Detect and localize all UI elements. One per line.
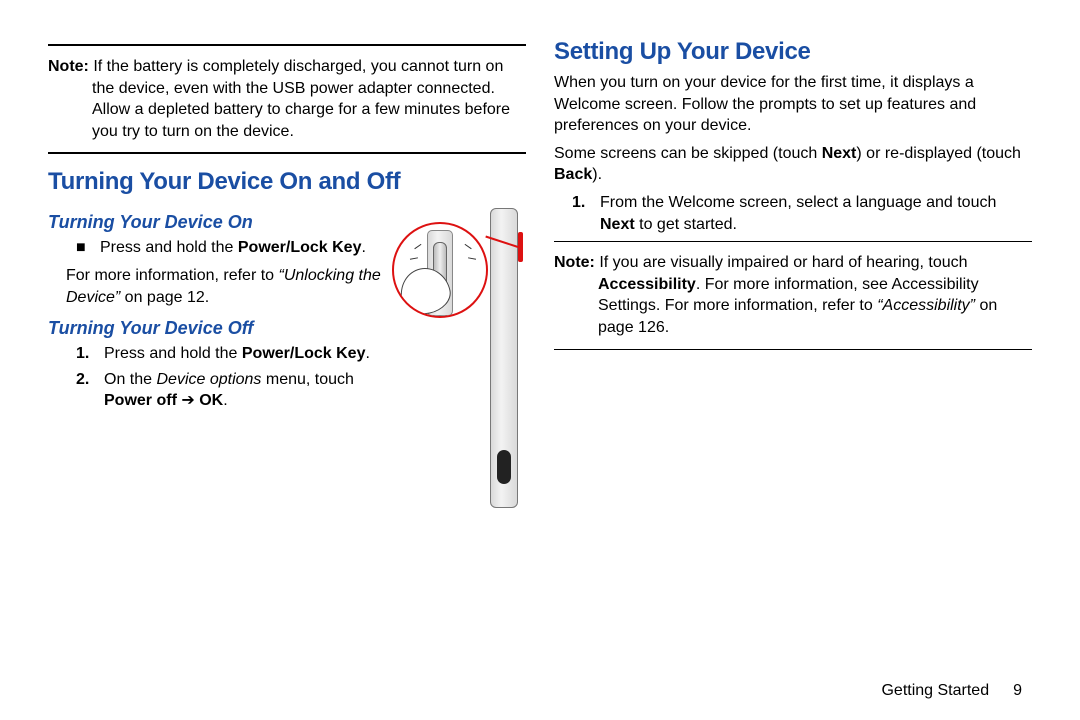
rule [554, 349, 1032, 350]
callout-circle-icon [392, 222, 488, 318]
more-info-unlock: For more information, refer to “Unlockin… [48, 265, 384, 308]
note-body: If the battery is completely discharged,… [92, 58, 510, 140]
device-power-illustration [396, 208, 526, 508]
note-label: Note: [554, 254, 595, 271]
setup-intro-2: Some screens can be skipped (touch Next)… [554, 143, 1032, 186]
note-label: Note: [48, 58, 89, 75]
step-1-off: 1. Press and hold the Power/Lock Key. [48, 343, 384, 365]
step-text: On the Device options menu, touch Power … [104, 369, 384, 412]
heading-setting-up: Setting Up Your Device [554, 38, 1032, 66]
rule [48, 44, 526, 46]
bullet-text: Press and hold the Power/Lock Key. [100, 237, 366, 259]
page-footer: Getting Started 9 [881, 682, 1022, 700]
step-2-off: 2. On the Device options menu, touch Pow… [48, 369, 384, 412]
footer-page-number: 9 [1013, 682, 1022, 699]
right-column: Setting Up Your Device When you turn on … [554, 38, 1032, 700]
motion-line-icon [410, 258, 418, 261]
motion-line-icon [414, 244, 421, 250]
step-text: From the Welcome screen, select a langua… [600, 192, 1032, 235]
on-off-content: Turning Your Device On ■ Press and hold … [48, 202, 526, 508]
bullet-power-on: ■ Press and hold the Power/Lock Key. [48, 237, 384, 259]
setup-intro-1: When you turn on your device for the fir… [554, 72, 1032, 137]
note-accessibility: Note: If you are visually impaired or ha… [554, 250, 1032, 342]
step-number: 1. [76, 343, 94, 365]
step-1-setup: 1. From the Welcome screen, select a lan… [554, 192, 1032, 235]
device-camera-icon [497, 450, 511, 484]
rule [48, 152, 526, 154]
on-off-text: Turning Your Device On ■ Press and hold … [48, 202, 384, 416]
subheading-turning-on: Turning Your Device On [48, 212, 384, 233]
step-text: Press and hold the Power/Lock Key. [104, 343, 370, 365]
left-column: Note: If the battery is completely disch… [48, 38, 526, 700]
manual-page: Note: If the battery is completely disch… [0, 0, 1080, 720]
motion-line-icon [464, 244, 471, 250]
power-key-highlight-icon [518, 232, 523, 262]
note-battery: Note: If the battery is completely disch… [48, 54, 526, 146]
subheading-turning-off: Turning Your Device Off [48, 318, 384, 339]
motion-line-icon [468, 258, 476, 261]
step-number: 1. [572, 192, 590, 235]
step-number: 2. [76, 369, 94, 412]
footer-section: Getting Started [881, 682, 989, 699]
heading-turning-on-off: Turning Your Device On and Off [48, 168, 526, 196]
square-bullet-icon: ■ [76, 237, 86, 259]
rule [554, 241, 1032, 242]
note-body: If you are visually impaired or hard of … [598, 254, 997, 336]
